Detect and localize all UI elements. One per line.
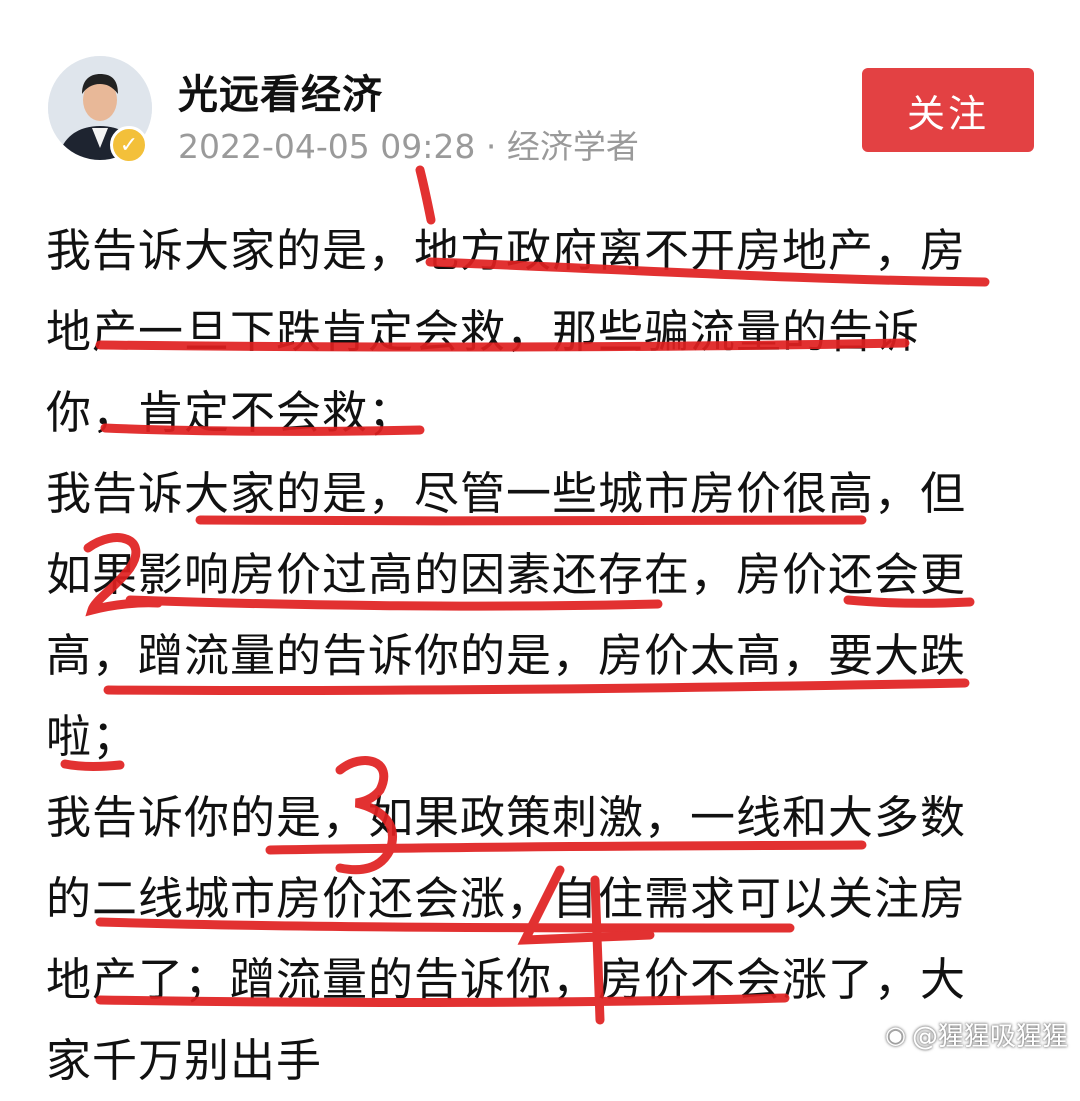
watermark: ◉ @猩猩吸猩猩 [885,1016,1068,1053]
post-body: 我告诉大家的是，地方政府离不开房地产，房 地产一旦下跌肯定会救，那些骗流量的告诉… [46,210,1046,1101]
body-line: 高，蹭流量的告诉你的是，房价太高，要大跌 [46,629,967,682]
body-line: 的二线城市房价还会涨，自住需求可以关注房 [46,872,967,925]
body-line: 地产了；蹭流量的告诉你，房价不会涨了，大 [46,953,967,1006]
verified-badge-icon: ✓ [110,126,148,164]
body-line: 我告诉你的是，如果政策刺激，一线和大多数 [46,791,967,844]
body-line: 我告诉大家的是，地方政府离不开房地产，房 [46,224,967,277]
post-header: ✓ 光远看经济 2022-04-05 09:28 · 经济学者 关注 [0,0,1080,190]
body-line: 地产一旦下跌肯定会救，那些骗流量的告诉 [46,305,921,358]
weibo-logo-icon: ◉ [885,1020,906,1049]
watermark-text: @猩猩吸猩猩 [911,1022,1068,1052]
body-line: 啦； [46,710,139,763]
post-meta: 2022-04-05 09:28 · 经济学者 [178,127,639,166]
body-line: 我告诉大家的是，尽管一些城市房价很高，但 [46,467,967,520]
author-name[interactable]: 光远看经济 [178,62,383,120]
body-line: 你，肯定不会救； [46,386,415,439]
follow-button[interactable]: 关注 [862,68,1034,152]
body-line: 如果影响房价过高的因素还存在，房价还会更 [46,548,967,601]
